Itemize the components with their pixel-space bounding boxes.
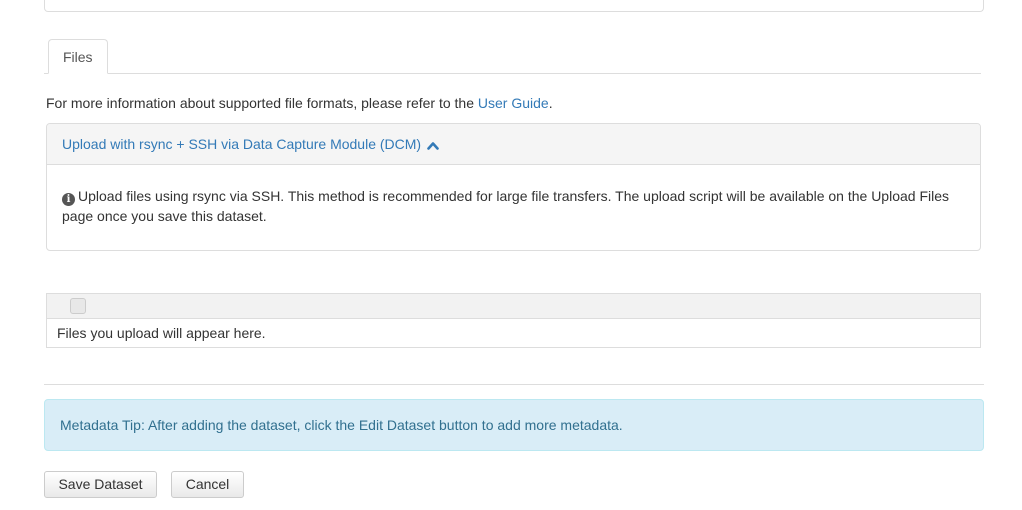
cancel-button[interactable]: Cancel (171, 471, 244, 498)
tab-files[interactable]: Files (48, 39, 108, 74)
dcm-panel-toggle[interactable]: Upload with rsync + SSH via Data Capture… (47, 124, 980, 165)
file-format-info: For more information about supported fil… (46, 94, 553, 112)
metadata-tip-alert: Metadata Tip: After adding the dataset, … (44, 399, 984, 451)
dcm-upload-panel: Upload with rsync + SSH via Data Capture… (46, 123, 981, 251)
section-divider (44, 384, 984, 385)
previous-panel-bottom (44, 0, 984, 12)
files-table-header (47, 294, 980, 319)
file-format-info-suffix: . (548, 95, 553, 111)
dataset-tabs: Files (44, 39, 981, 74)
dcm-panel-body: i Upload files using rsync via SSH. This … (47, 165, 980, 226)
info-circle-icon: i (62, 193, 75, 206)
dcm-description: Upload files using rsync via SSH. This m… (62, 188, 950, 224)
select-all-checkbox[interactable] (70, 298, 86, 314)
file-format-info-text: For more information about supported fil… (46, 95, 478, 111)
files-empty-message: Files you upload will appear here. (57, 325, 266, 341)
chevron-up-icon (427, 125, 439, 165)
dcm-panel-title: Upload with rsync + SSH via Data Capture… (62, 136, 422, 152)
files-table: Files you upload will appear here. (46, 293, 981, 348)
save-dataset-button[interactable]: Save Dataset (44, 471, 157, 498)
user-guide-link[interactable]: User Guide (478, 95, 549, 111)
